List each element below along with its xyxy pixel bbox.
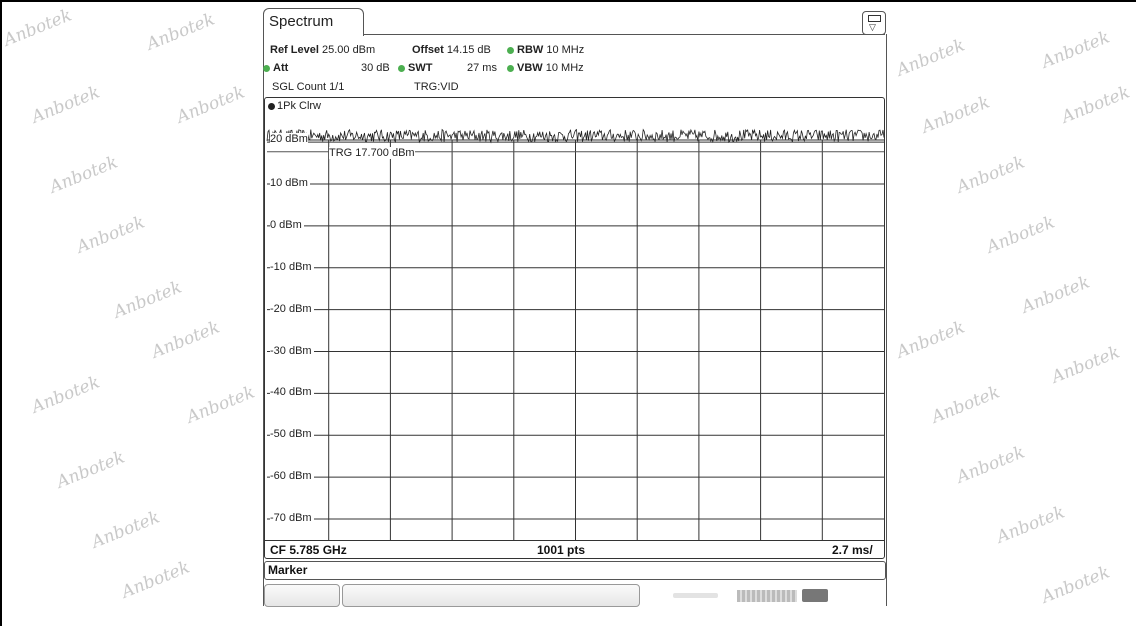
att-info: Att	[263, 62, 288, 74]
spectrum-diagram[interactable]	[264, 97, 885, 559]
swt-status-dot	[398, 64, 405, 72]
y-axis-tick-label: -60 dBm	[270, 470, 314, 483]
watermark: Anbotek	[88, 507, 163, 553]
tab-spectrum[interactable]: Spectrum	[263, 8, 364, 36]
watermark: Anbotek	[110, 277, 185, 323]
vbw-label: VBW	[517, 62, 543, 74]
marker-panel[interactable]: Marker	[264, 561, 886, 580]
rbw-status-dot	[507, 46, 514, 54]
time-per-division: 2.7 ms/	[832, 543, 873, 557]
watermark: Anbotek	[928, 382, 1003, 428]
watermark: Anbotek	[1038, 27, 1113, 73]
offset-label: Offset	[412, 44, 444, 56]
watermark: Anbotek	[28, 372, 103, 418]
chevron-down-icon: ▽	[869, 22, 876, 32]
y-axis-tick-label: -30 dBm	[270, 344, 314, 357]
watermark: Anbotek	[28, 82, 103, 128]
rbw-label: RBW	[517, 44, 544, 56]
status-text	[673, 593, 718, 598]
y-axis-tick-label: 20 dBm	[270, 133, 308, 146]
trace-label: 1Pk Clrw	[268, 100, 321, 112]
top-border	[0, 0, 1136, 2]
y-axis-tick-label: -50 dBm	[270, 428, 314, 441]
rbw-info: RBW 10 MHz	[507, 44, 584, 56]
vbw-info: VBW 10 MHz	[507, 62, 584, 74]
y-axis-tick-label: 0 dBm	[270, 218, 304, 231]
offset-value: 14.15 dB	[446, 44, 491, 56]
watermark: Anbotek	[893, 317, 968, 363]
softkey-2[interactable]	[342, 584, 640, 607]
sgl-count: SGL Count 1/1	[272, 81, 345, 93]
watermark: Anbotek	[893, 35, 968, 81]
center-frequency: CF 5.785 GHz	[270, 543, 347, 557]
watermark: Anbotek	[953, 152, 1028, 198]
y-axis-tick-label: -70 dBm	[270, 512, 314, 525]
ref-level-value: 25.00 dBm	[321, 44, 376, 56]
swt-info: SWT	[398, 62, 432, 74]
swt-value: 27 ms	[467, 62, 497, 74]
watermark: Anbotek	[0, 5, 75, 51]
trigger-level-label: TRG 17.700 dBm	[329, 147, 415, 159]
diagram-footer-divider	[264, 540, 885, 541]
watermark: Anbotek	[118, 557, 193, 603]
points-count: 1001 pts	[537, 543, 586, 557]
att-value-info: 30 dB	[361, 62, 390, 74]
watermark: Anbotek	[918, 92, 993, 138]
att-label: Att	[273, 62, 289, 74]
trigger-mode: TRG:VID	[414, 81, 459, 93]
watermark: Anbotek	[73, 212, 148, 258]
watermark: Anbotek	[173, 82, 248, 128]
offset-info: Offset 14.15 dB	[412, 44, 491, 56]
left-border	[0, 0, 2, 626]
watermark: Anbotek	[993, 502, 1068, 548]
display-config-button[interactable]: ▽	[862, 11, 886, 35]
battery-icon	[868, 15, 881, 22]
att-status-dot	[263, 64, 270, 72]
trace-dot	[268, 102, 275, 110]
rbw-value: 10 MHz	[546, 44, 585, 56]
watermark: Anbotek	[1048, 342, 1123, 388]
status-lxi-icon	[802, 589, 828, 602]
vbw-value: 10 MHz	[545, 62, 584, 74]
watermark: Anbotek	[1058, 82, 1133, 128]
swt-label: SWT	[408, 62, 433, 74]
watermark: Anbotek	[983, 212, 1058, 258]
swt-value-info: 27 ms	[467, 62, 497, 74]
ref-level-label: Ref Level	[270, 44, 319, 56]
ref-level-info: Ref Level 25.00 dBm	[270, 44, 375, 56]
watermark: Anbotek	[953, 442, 1028, 488]
y-axis-tick-label: -40 dBm	[270, 386, 314, 399]
watermark: Anbotek	[1038, 562, 1113, 608]
y-axis-tick-label: 10 dBm	[270, 176, 310, 189]
watermark: Anbotek	[1018, 272, 1093, 318]
trace-label-text: 1Pk Clrw	[277, 100, 322, 112]
marker-label: Marker	[268, 563, 308, 577]
watermark: Anbotek	[46, 152, 121, 198]
y-axis-tick-label: -20 dBm	[270, 302, 314, 315]
att-value: 30 dB	[361, 62, 390, 74]
watermark: Anbotek	[148, 317, 223, 363]
watermark: Anbotek	[53, 447, 128, 493]
watermark: Anbotek	[183, 382, 258, 428]
y-axis-tick-label: -10 dBm	[270, 260, 314, 273]
vbw-status-dot	[507, 64, 514, 72]
watermark: Anbotek	[143, 9, 218, 55]
tab-spectrum-label: Spectrum	[269, 13, 334, 30]
softkey-1[interactable]	[264, 584, 340, 607]
status-indicator	[737, 590, 797, 602]
